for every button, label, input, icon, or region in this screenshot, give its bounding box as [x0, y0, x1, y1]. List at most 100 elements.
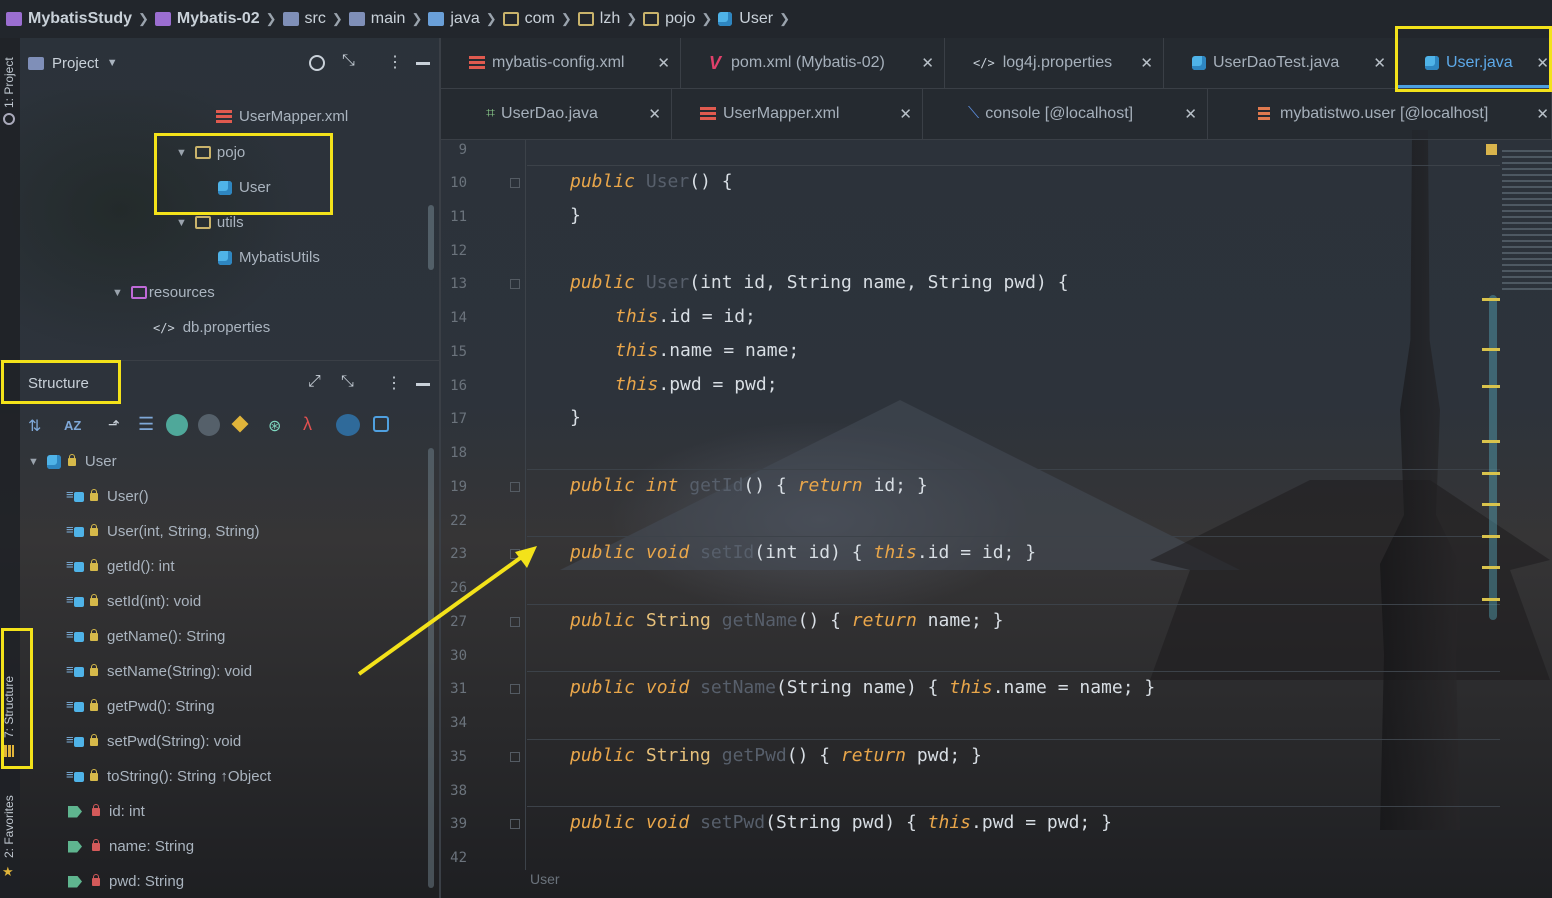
structure-member[interactable]: id: int: [68, 803, 145, 820]
error-stripe-mark[interactable]: [1482, 472, 1500, 475]
collapse-icon[interactable]: ⤡: [342, 52, 355, 70]
hide-panel-icon[interactable]: [416, 62, 430, 65]
show-fields-icon[interactable]: [166, 414, 188, 436]
show-inherited-icon[interactable]: ⬏: [108, 416, 120, 433]
method-icon: [66, 627, 84, 644]
package-icon: [194, 216, 211, 229]
breadcrumb-item[interactable]: main ❯: [348, 10, 422, 28]
fold-marker[interactable]: [510, 819, 520, 829]
inspection-status-icon[interactable]: [1486, 144, 1497, 155]
tree-item-mybatisutils[interactable]: MybatisUtils: [218, 249, 320, 266]
breadcrumb-item[interactable]: MybatisStudy ❯: [6, 10, 149, 28]
project-scrollbar[interactable]: [428, 205, 434, 270]
tab-userdao-java[interactable]: ⌗ UserDao.java ✕: [441, 89, 672, 139]
anonymous-classes-icon[interactable]: ⊛: [268, 416, 281, 436]
error-stripe-mark[interactable]: [1482, 440, 1500, 443]
tab-pom-xml[interactable]: Vpom.xml (Mybatis-02) ✕: [681, 38, 945, 88]
properties-icon: </>: [973, 56, 995, 70]
structure-member[interactable]: User(int, String, String): [66, 522, 260, 541]
chevron-down-icon[interactable]: ▼: [107, 57, 118, 69]
close-icon[interactable]: ✕: [899, 105, 912, 123]
structure-member[interactable]: getPwd(): String: [66, 697, 215, 716]
project-view-dropdown[interactable]: Project: [52, 55, 99, 72]
code-minimap[interactable]: [1502, 150, 1552, 290]
close-icon[interactable]: ✕: [1184, 105, 1197, 123]
close-icon[interactable]: ✕: [1536, 105, 1549, 123]
breadcrumb-item[interactable]: Mybatis-02 ❯: [154, 10, 277, 28]
project-tool-button[interactable]: 1: Project: [2, 57, 16, 108]
error-stripe-mark[interactable]: [1482, 348, 1500, 351]
tree-item-resources[interactable]: ▼ resources: [112, 284, 215, 301]
breadcrumb-item[interactable]: lzh ❯: [577, 10, 637, 28]
lambda-icon[interactable]: λ: [303, 414, 312, 435]
structure-member[interactable]: getId(): int: [66, 557, 175, 576]
close-icon[interactable]: ✕: [1140, 54, 1153, 72]
field-icon: [68, 875, 82, 888]
chevron-down-icon[interactable]: ▼: [112, 287, 123, 299]
show-properties-icon[interactable]: ☰: [138, 414, 154, 435]
error-stripe-mark[interactable]: [1482, 598, 1500, 601]
structure-root-user[interactable]: ▼ User: [28, 453, 117, 470]
sort-by-visibility-icon[interactable]: ⇅: [28, 416, 41, 436]
sort-alphabetically-icon[interactable]: AZ: [64, 418, 81, 433]
close-icon[interactable]: ✕: [657, 54, 670, 72]
breadcrumb-item[interactable]: com ❯: [502, 10, 572, 28]
tree-item-usermapper-xml[interactable]: UserMapper.xml: [216, 108, 348, 125]
expand-icon[interactable]: ⤢: [308, 373, 321, 391]
breadcrumb-item[interactable]: pojo ❯: [643, 10, 712, 28]
structure-member[interactable]: setPwd(String): void: [66, 732, 241, 751]
more-options-icon[interactable]: ⋮: [387, 52, 403, 72]
error-stripe-mark[interactable]: [1482, 535, 1500, 538]
structure-member[interactable]: setName(String): void: [66, 662, 252, 681]
breadcrumb-item[interactable]: User ❯: [718, 10, 790, 28]
more-options-icon[interactable]: ⋮: [386, 373, 402, 393]
tab-console-localhost[interactable]: ⟍ console [@localhost] ✕: [923, 89, 1208, 139]
error-stripe-mark[interactable]: [1482, 385, 1500, 388]
table-icon: [1258, 107, 1270, 121]
structure-member[interactable]: User(): [66, 487, 149, 506]
code-line: public String getPwd() { return pwd; }: [570, 745, 982, 766]
fold-marker[interactable]: [510, 178, 520, 188]
close-icon[interactable]: ✕: [921, 54, 934, 72]
tab-log4j-properties[interactable]: </> log4j.properties ✕: [945, 38, 1164, 88]
tab-mybatis-config-xml[interactable]: mybatis-config.xml ✕: [441, 38, 681, 88]
collapse-icon[interactable]: ⤡: [341, 373, 354, 391]
tab-mybatistwo-user[interactable]: mybatistwo.user [@localhost] ✕: [1208, 89, 1552, 139]
structure-member[interactable]: setId(int): void: [66, 592, 201, 611]
structure-member[interactable]: toString(): String ↑Object: [66, 767, 271, 786]
line-number: 10: [450, 175, 467, 191]
show-lambdas-icon[interactable]: [231, 415, 249, 433]
error-stripe-mark[interactable]: [1482, 503, 1500, 506]
fold-marker[interactable]: [510, 482, 520, 492]
show-non-public-icon[interactable]: [198, 414, 220, 436]
chevron-down-icon[interactable]: ▼: [28, 456, 39, 468]
close-icon[interactable]: ✕: [1373, 54, 1386, 72]
structure-member[interactable]: getName(): String: [66, 627, 225, 646]
tree-item-utils[interactable]: ▼ utils: [176, 214, 244, 231]
error-stripe-mark[interactable]: [1482, 298, 1500, 301]
editor-footer-breadcrumb[interactable]: User: [530, 871, 560, 887]
gear-icon[interactable]: [3, 113, 15, 125]
tree-item-db-properties[interactable]: </> db.properties: [153, 319, 270, 336]
close-icon[interactable]: ✕: [648, 105, 661, 123]
hide-panel-icon[interactable]: [416, 383, 430, 386]
structure-member[interactable]: pwd: String: [68, 873, 184, 890]
favorites-tool-button[interactable]: 2: Favorites: [2, 795, 16, 858]
lock-icon: [90, 698, 98, 711]
error-stripe-mark[interactable]: [1482, 566, 1500, 569]
resource-folder-icon: [130, 286, 147, 299]
structure-member[interactable]: name: String: [68, 838, 194, 855]
breadcrumb-item[interactable]: java ❯: [428, 10, 497, 28]
locate-icon[interactable]: [309, 55, 325, 71]
breadcrumb-item[interactable]: src ❯: [282, 10, 343, 28]
code-line: public void setPwd(String pwd) { this.pw…: [570, 812, 1112, 833]
fold-marker[interactable]: [510, 752, 520, 762]
tab-usermapper-xml[interactable]: UserMapper.xml ✕: [672, 89, 923, 139]
tab-userdaotest-java[interactable]: UserDaoTest.java ✕: [1164, 38, 1397, 88]
chevron-down-icon[interactable]: ▼: [176, 217, 187, 229]
autoscroll-to-source-icon[interactable]: [336, 414, 360, 436]
fold-marker[interactable]: [510, 684, 520, 694]
editor-scrollbar[interactable]: [1489, 295, 1497, 620]
fold-marker[interactable]: [510, 279, 520, 289]
autoscroll-from-source-icon[interactable]: [373, 416, 389, 432]
